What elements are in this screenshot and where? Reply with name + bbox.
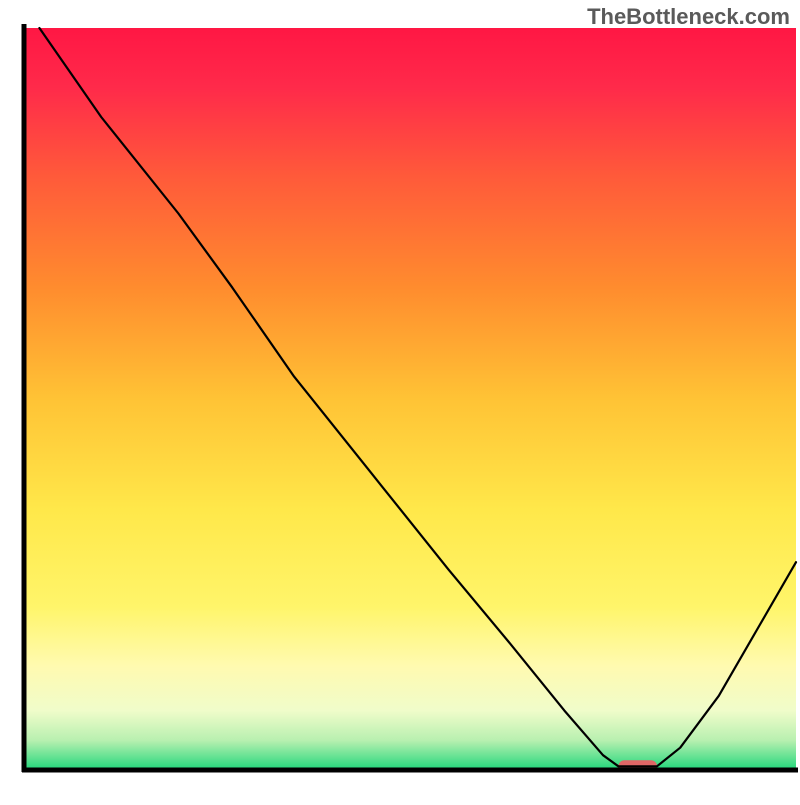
bottleneck-chart xyxy=(0,0,800,800)
chart-background xyxy=(24,28,796,770)
attribution-label: TheBottleneck.com xyxy=(587,4,790,30)
chart-container xyxy=(0,0,800,800)
